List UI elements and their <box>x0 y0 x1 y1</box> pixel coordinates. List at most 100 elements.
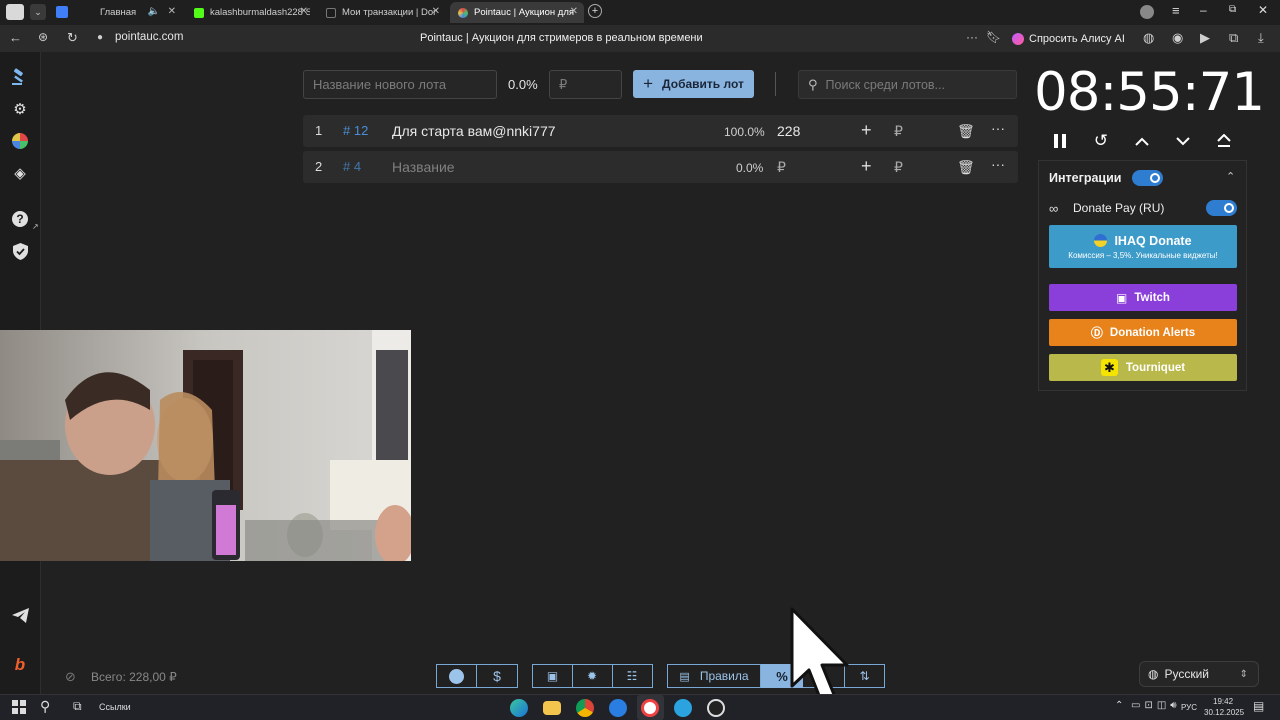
tray-chevron-icon[interactable]: ⌃ <box>1115 700 1123 711</box>
integrations-title: Интеграции <box>1049 171 1122 185</box>
twitch-button[interactable]: ▣ Twitch <box>1049 284 1237 311</box>
ask-alice-button[interactable]: Спросить Алису AI <box>1008 29 1131 49</box>
keyboard-language[interactable]: РУС <box>1181 703 1197 712</box>
browser-menu-icon[interactable] <box>6 4 24 20</box>
profile-avatar[interactable] <box>1140 5 1154 19</box>
new-lot-name-input[interactable]: Название нового лота <box>303 70 497 99</box>
wheel-icon[interactable] <box>10 131 30 151</box>
language-select[interactable]: ◍ Русский ⇕ <box>1139 661 1259 687</box>
more-menu-icon[interactable]: ··· <box>991 120 1005 136</box>
auction-gavel-icon[interactable] <box>10 67 30 87</box>
lot-name[interactable]: Название <box>392 159 455 175</box>
donate-dollar-button[interactable]: $ <box>477 664 518 688</box>
new-lot-amount-input[interactable]: ₽ <box>549 70 622 99</box>
notifications-icon[interactable]: ▤ <box>1253 699 1264 713</box>
task-view-icon[interactable]: ⧉ <box>73 699 82 714</box>
url-field[interactable]: pointauc.com <box>115 31 183 43</box>
clear-lots-button[interactable]: ☷ <box>612 664 653 688</box>
translate-icon[interactable]: ◍ <box>1143 30 1154 46</box>
lot-amount[interactable]: 228 <box>777 123 800 139</box>
ihaq-donate-button[interactable]: IHAQ Donate Комиссия – 3,5%. Уникальные … <box>1049 225 1237 268</box>
pinned-tab-icon[interactable] <box>56 6 68 18</box>
close-window-button[interactable]: ✕ <box>1258 3 1268 17</box>
delete-trash-icon[interactable]: 🗑︎ <box>957 123 975 140</box>
lot-row[interactable]: 2 # 4 Название 0.0% ₽ + ₽ 🗑︎ ··· <box>303 151 1018 183</box>
donatepay-toggle[interactable] <box>1206 200 1237 216</box>
delete-trash-icon[interactable]: 🗑︎ <box>957 159 975 176</box>
back-icon[interactable]: ← <box>9 30 22 45</box>
tab-pointauc[interactable]: Pointauc | Аукцион для ✕ <box>450 2 584 23</box>
double-chevron-up-icon[interactable] <box>1213 130 1235 152</box>
downloads-icon[interactable]: ⤓ <box>1258 30 1264 46</box>
bug-report-button[interactable]: ✹ <box>572 664 613 688</box>
clock-date[interactable]: 30.12.2025 <box>1204 708 1244 717</box>
donation-alerts-button[interactable]: Ⓓ Donation Alerts <box>1049 319 1237 346</box>
kick-icon <box>194 7 204 18</box>
reload-icon[interactable]: ↻ <box>67 30 78 46</box>
site-info-icon[interactable]: ● <box>97 32 103 43</box>
shield-check-icon[interactable] <box>10 241 30 261</box>
lot-id[interactable]: # 12 <box>343 123 368 138</box>
extension-icon[interactable]: ◉ <box>1172 30 1183 46</box>
bookmark-icon[interactable]: 🔖︎ <box>986 30 1001 44</box>
new-tab-button[interactable]: + <box>588 4 602 18</box>
check-app-icon[interactable] <box>609 699 627 717</box>
close-tab-icon[interactable]: ✕ <box>168 6 176 17</box>
sort-arrows-icon: ⇅ <box>859 669 870 683</box>
collapse-chevron-icon[interactable]: ⌃ <box>1226 170 1235 183</box>
boosty-icon[interactable]: b <box>10 655 30 675</box>
media-icon[interactable]: ▶ <box>1200 30 1210 46</box>
lot-name[interactable]: Для старта вам@nnki777 <box>392 123 556 139</box>
hide-amounts-eye-icon[interactable]: ⊘ <box>65 669 76 685</box>
add-amount-plus-icon[interactable]: + <box>861 156 872 177</box>
tab-donate-transactions[interactable]: Мои транзакции | Donate ✕ <box>318 2 446 23</box>
save-icon: ▣ <box>546 669 559 683</box>
close-tab-icon[interactable]: ✕ <box>432 6 440 17</box>
more-menu-icon[interactable]: ··· <box>991 156 1005 172</box>
layers-icon[interactable]: ◈ <box>10 163 30 183</box>
integrations-toggle[interactable] <box>1132 170 1163 186</box>
links-toolbar[interactable]: Ссылки <box>99 702 131 712</box>
clock-time[interactable]: 19:42 <box>1213 697 1233 706</box>
windows-start-icon[interactable] <box>12 700 26 719</box>
external-link-icon: ↗ <box>32 222 39 231</box>
collections-icon[interactable]: ⧉ <box>1229 30 1238 46</box>
save-button[interactable]: ▣ <box>532 664 573 688</box>
tourniquet-button[interactable]: ✱ Tourniquet <box>1049 354 1237 381</box>
github-button[interactable] <box>436 664 477 688</box>
rules-button[interactable]: ▤ Правила <box>667 664 761 688</box>
tray-icons[interactable]: ▭⊡◫🔊︎ <box>1131 700 1181 711</box>
reset-icon[interactable]: ↺ <box>1090 130 1112 152</box>
tourniquet-icon: ✱ <box>1100 359 1118 376</box>
audio-icon[interactable]: 🔈 <box>148 6 160 17</box>
lot-amount-currency[interactable]: ₽ <box>777 159 786 176</box>
tab-list-chevron-icon[interactable]: ⌄ <box>30 4 46 20</box>
browser-menu-button[interactable]: ≡ <box>1172 3 1180 18</box>
lot-search-input[interactable]: ⚲ Поиск среди лотов... <box>798 70 1017 99</box>
obs-icon[interactable] <box>707 699 725 717</box>
chevron-up-icon[interactable] <box>1131 130 1153 152</box>
chrome-icon[interactable] <box>576 699 594 717</box>
search-icon[interactable]: ⚲ <box>40 698 50 715</box>
lot-row[interactable]: 1 # 12 Для старта вам@nnki777 100.0% 228… <box>303 115 1018 147</box>
tab-kick[interactable]: kalashburmaldash228 Stre ✕ <box>186 2 314 23</box>
maximize-button[interactable]: ⧉ <box>1229 4 1236 15</box>
chevron-down-icon[interactable] <box>1172 130 1194 152</box>
telegram-icon[interactable] <box>10 605 30 625</box>
pause-icon[interactable] <box>1049 130 1071 152</box>
lot-percent: 0.0% <box>736 161 764 175</box>
telegram-app-icon[interactable] <box>674 699 692 717</box>
tab-home[interactable]: Главная 🔈 ✕ <box>92 2 182 23</box>
file-explorer-icon[interactable] <box>543 701 561 715</box>
edge-icon[interactable] <box>510 699 528 717</box>
lot-id[interactable]: # 4 <box>343 159 361 174</box>
more-options-icon[interactable]: ··· <box>966 30 978 44</box>
settings-gear-icon[interactable]: ⚙ <box>10 99 30 119</box>
close-tab-icon[interactable]: ✕ <box>570 6 578 17</box>
add-amount-plus-icon[interactable]: + <box>861 120 872 141</box>
help-icon[interactable]: ? <box>10 209 30 229</box>
minimize-button[interactable]: – <box>1200 3 1207 17</box>
shield-icon[interactable]: ⊛ <box>38 30 48 44</box>
close-tab-icon[interactable]: ✕ <box>300 6 308 17</box>
add-lot-button[interactable]: + Добавить лот <box>633 70 754 98</box>
